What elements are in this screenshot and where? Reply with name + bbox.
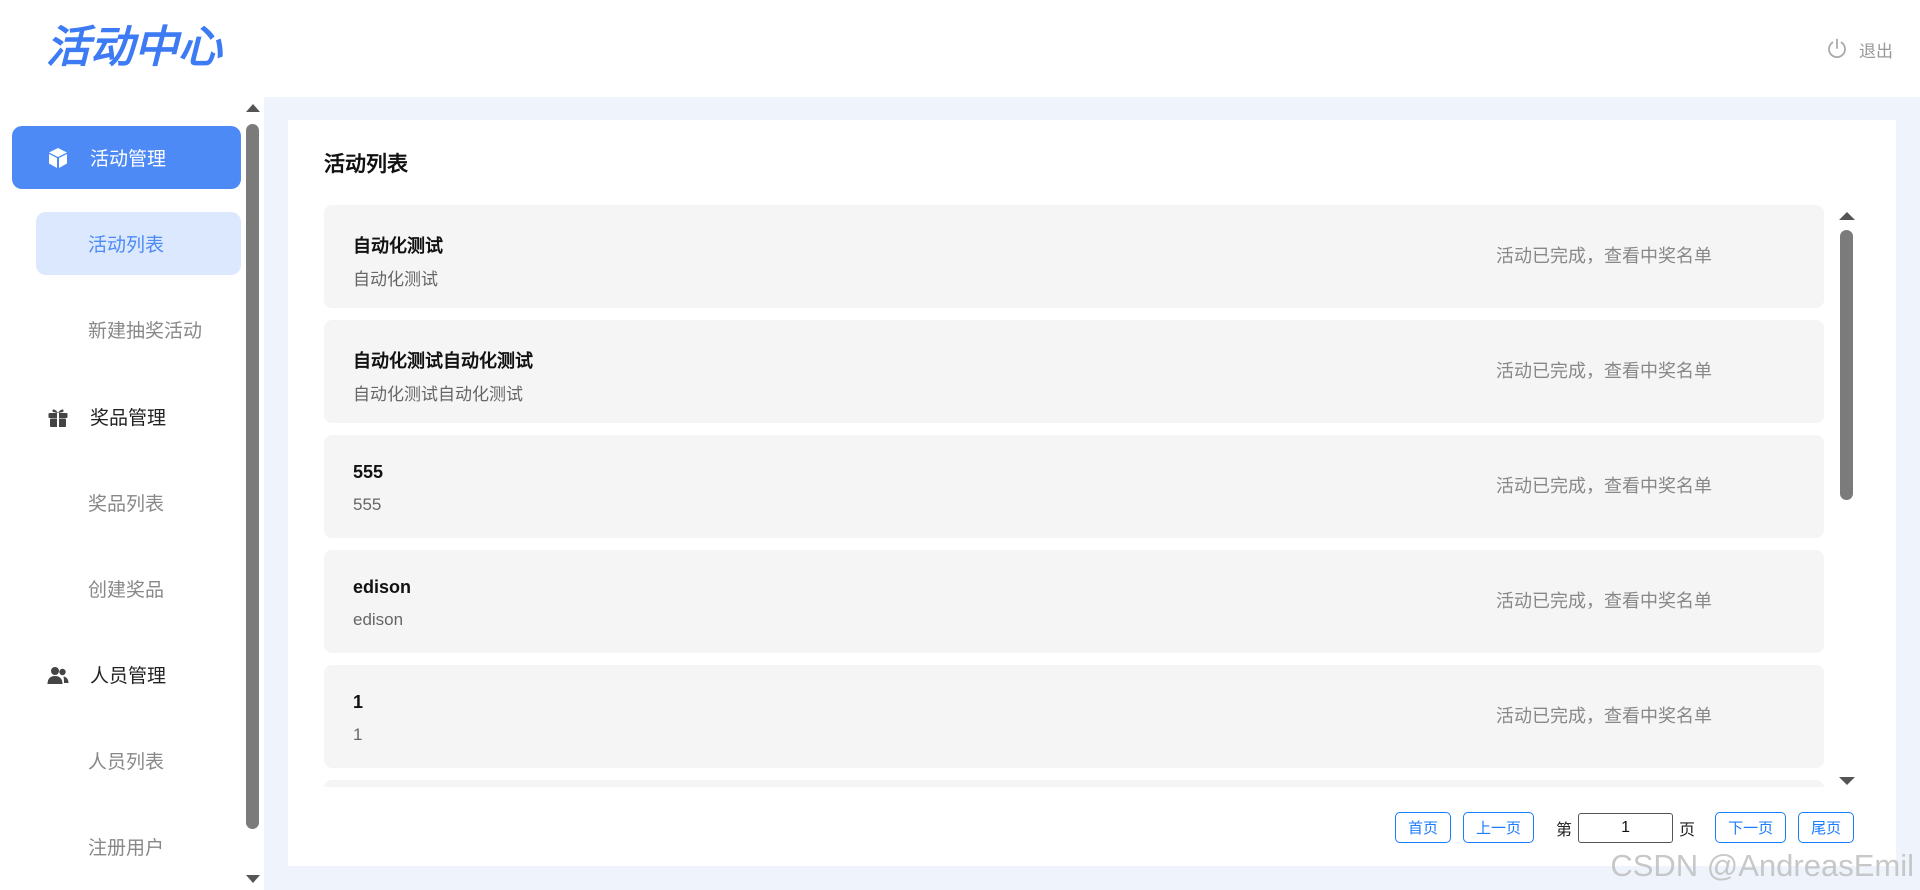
first-page-button[interactable]: 首页 <box>1395 812 1452 843</box>
activity-desc: edison <box>353 610 404 629</box>
activity-name: 1 <box>353 692 364 712</box>
scroll-down-arrow-icon[interactable] <box>1839 777 1855 785</box>
users-icon <box>46 663 70 687</box>
gift-icon <box>46 405 70 429</box>
activity-card: 自动化测试自动化测试 自动化测试自动化测试 活动已完成，查看中奖名单 <box>324 320 1824 423</box>
page-suffix: 页 <box>1679 821 1696 839</box>
sidebar-group-prize[interactable]: 奖品管理 <box>12 385 241 448</box>
scroll-down-arrow-icon[interactable] <box>246 875 260 883</box>
activity-desc: 自动化测试 <box>353 270 438 289</box>
sidebar-scroll-thumb[interactable] <box>246 124 259 829</box>
prev-page-button[interactable]: 上一页 <box>1463 812 1535 843</box>
logout-button[interactable]: 退出 <box>1825 36 1893 62</box>
sidebar-item-create-prize[interactable]: 创建奖品 <box>36 557 241 620</box>
sidebar-group-people[interactable]: 人员管理 <box>12 643 241 706</box>
view-winners-link[interactable]: 活动已完成，查看中奖名单 <box>1496 587 1712 613</box>
last-page-button[interactable]: 尾页 <box>1798 812 1855 843</box>
page-title: 活动列表 <box>324 153 408 176</box>
activity-card: edison edison 活动已完成，查看中奖名单 <box>324 550 1824 653</box>
sidebar-item-activity-list[interactable]: 活动列表 <box>36 212 241 275</box>
activity-desc: 555 <box>353 495 382 514</box>
view-winners-link[interactable]: 活动已完成，查看中奖名单 <box>1496 702 1712 728</box>
view-winners-link[interactable]: 活动已完成，查看中奖名单 <box>1496 472 1712 498</box>
sidebar-group-label: 活动管理 <box>90 149 167 170</box>
sidebar-item-label: 注册用户 <box>88 838 165 859</box>
pagination: 首页 上一页 第 页 下一页 尾页 <box>1395 812 1855 843</box>
activity-desc: 1 <box>353 725 363 744</box>
page-number-input[interactable] <box>1578 812 1674 843</box>
activity-card-partial <box>324 780 1824 787</box>
next-page-button[interactable]: 下一页 <box>1715 812 1787 843</box>
page-prefix: 第 <box>1556 821 1573 839</box>
activity-name: 555 <box>353 462 384 482</box>
scroll-up-arrow-icon[interactable] <box>1839 212 1855 220</box>
sidebar-item-prize-list[interactable]: 奖品列表 <box>36 471 241 534</box>
activity-name: 自动化测试自动化测试 <box>353 351 533 371</box>
sidebar-item-label: 创建奖品 <box>88 580 165 601</box>
cube-icon <box>46 146 70 170</box>
logo: 活动中心 <box>46 22 222 73</box>
sidebar-item-label: 奖品列表 <box>88 494 165 515</box>
sidebar-scrollbar[interactable] <box>241 97 264 890</box>
sidebar: 活动管理 活动列表 新建抽奖活动 奖品管理 奖品列表 创建奖品 人员管理 人员列… <box>0 97 264 890</box>
sidebar-item-label: 新建抽奖活动 <box>88 321 203 342</box>
scroll-up-arrow-icon[interactable] <box>246 104 260 112</box>
list-scrollbar[interactable] <box>1834 205 1858 785</box>
list-scroll-thumb[interactable] <box>1840 230 1853 500</box>
activity-list: 自动化测试 自动化测试 活动已完成，查看中奖名单 自动化测试自动化测试 自动化测… <box>324 205 1824 787</box>
activity-card: 1 1 活动已完成，查看中奖名单 <box>324 665 1824 768</box>
sidebar-item-register-user[interactable]: 注册用户 <box>36 815 241 878</box>
view-winners-link[interactable]: 活动已完成，查看中奖名单 <box>1496 357 1712 383</box>
watermark: CSDN @AndreasEmil <box>1610 848 1914 883</box>
logout-label: 退出 <box>1859 41 1893 61</box>
view-winners-link[interactable]: 活动已完成，查看中奖名单 <box>1496 242 1712 268</box>
activity-name: edison <box>353 577 412 597</box>
sidebar-item-new-lottery[interactable]: 新建抽奖活动 <box>36 298 241 361</box>
activity-list-panel: 活动列表 自动化测试 自动化测试 活动已完成，查看中奖名单 自动化测试自动化测试… <box>288 120 1896 866</box>
power-icon <box>1828 38 1846 59</box>
sidebar-group-label: 人员管理 <box>90 666 167 687</box>
sidebar-group-label: 奖品管理 <box>90 408 167 429</box>
activity-desc: 自动化测试自动化测试 <box>353 385 523 404</box>
activity-card: 自动化测试 自动化测试 活动已完成，查看中奖名单 <box>324 205 1824 308</box>
sidebar-item-label: 人员列表 <box>88 752 165 773</box>
top-header: 活动中心 退出 <box>0 0 1920 97</box>
sidebar-group-activity[interactable]: 活动管理 <box>12 126 241 189</box>
sidebar-item-label: 活动列表 <box>88 235 165 256</box>
activity-card: 555 555 活动已完成，查看中奖名单 <box>324 435 1824 538</box>
activity-name: 自动化测试 <box>353 236 443 256</box>
sidebar-item-people-list[interactable]: 人员列表 <box>36 729 241 792</box>
